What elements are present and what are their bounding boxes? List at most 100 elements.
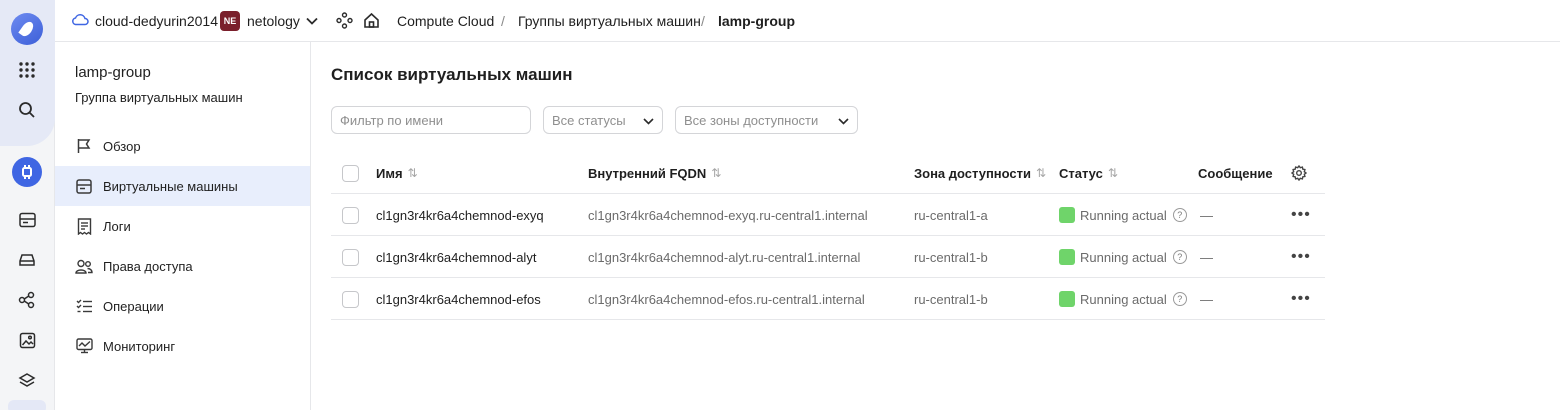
group-subtitle: Группа виртуальных машин [75, 90, 243, 105]
column-message: Сообщение [1198, 165, 1273, 181]
server-icon [75, 177, 93, 195]
sort-icon[interactable]: ⇅ [1036, 166, 1046, 180]
column-name[interactable]: Имя ⇅ [376, 152, 418, 194]
vm-message: — [1200, 207, 1213, 223]
vm-name[interactable]: cl1gn3r4kr6a4chemnod-alyt [376, 236, 536, 278]
breadcrumb-vm-groups[interactable]: Группы виртуальных машин [518, 13, 701, 29]
help-icon[interactable]: ? [1172, 208, 1187, 222]
status-select[interactable]: Все статусы [543, 106, 663, 134]
org-name[interactable]: netology [247, 13, 300, 29]
page-title: Список виртуальных машин [331, 65, 573, 84]
help-icon[interactable]: ? [1172, 250, 1187, 264]
flag-icon [75, 137, 93, 155]
vm-status: Running actual ? [1059, 194, 1187, 236]
more-actions-icon[interactable]: ••• [1291, 236, 1311, 278]
breadcrumb-current: lamp-group [718, 13, 795, 29]
sidebar-item-access[interactable]: Права доступа [55, 246, 310, 286]
row-checkbox[interactable] [342, 236, 359, 278]
table-settings-gear-icon[interactable] [1291, 152, 1307, 194]
app-root: cloud-dedyurin2014 NE netology Compute C… [0, 0, 1560, 410]
more-actions-icon[interactable]: ••• [1291, 194, 1311, 236]
sidebar-item-label: Виртуальные машины [103, 178, 238, 194]
sidebar-item-operations[interactable]: Операции [55, 286, 310, 326]
help-icon[interactable]: ? [1172, 292, 1187, 306]
column-zone-label: Зона доступности [914, 165, 1032, 181]
sidebar-item-label: Права доступа [103, 258, 193, 274]
left-rail [0, 0, 55, 410]
section-sidebar: lamp-group Группа виртуальных машин Обзо… [55, 42, 311, 410]
receipt-icon [75, 217, 93, 235]
vm-status: Running actual ? [1059, 236, 1187, 278]
table-row[interactable]: cl1gn3r4kr6a4chemnod-alyt cl1gn3r4kr6a4c… [331, 236, 1325, 278]
breadcrumb-separator: / [501, 13, 505, 29]
sort-icon[interactable]: ⇅ [711, 166, 721, 180]
list-icon [75, 297, 93, 315]
home-icon[interactable] [363, 12, 380, 32]
rail-next-item[interactable] [8, 400, 46, 410]
chevron-down-icon [643, 113, 654, 128]
sidebar-item-virtual-machines[interactable]: Виртуальные машины [55, 166, 310, 206]
table-row[interactable]: cl1gn3r4kr6a4chemnod-efos cl1gn3r4kr6a4c… [331, 278, 1325, 320]
zone-select[interactable]: Все зоны доступности [675, 106, 858, 134]
sidebar-item-logs[interactable]: Логи [55, 206, 310, 246]
status-indicator [1059, 291, 1075, 307]
sidebar-item-label: Мониторинг [103, 338, 176, 354]
breadcrumb-separator: / [701, 13, 705, 29]
row-checkbox[interactable] [342, 194, 359, 236]
search-icon[interactable] [13, 96, 41, 124]
status-label: Running actual [1080, 249, 1167, 265]
column-status[interactable]: Статус ⇅ [1059, 152, 1118, 194]
yandex-cloud-logo[interactable] [11, 13, 43, 45]
column-fqdn[interactable]: Внутренний FQDN ⇅ [588, 152, 721, 194]
column-status-label: Статус [1059, 165, 1103, 181]
sidebar-item-label: Обзор [103, 138, 141, 154]
vm-status: Running actual ? [1059, 278, 1187, 320]
status-label: Running actual [1080, 207, 1167, 223]
zone-select-value: Все зоны доступности [684, 112, 819, 128]
org-chevron-down-icon[interactable] [306, 12, 318, 28]
vm-message: — [1200, 249, 1213, 265]
disk-icon[interactable] [13, 246, 41, 274]
table-row[interactable]: cl1gn3r4kr6a4chemnod-exyq cl1gn3r4kr6a4c… [331, 194, 1325, 236]
vm-fqdn: cl1gn3r4kr6a4chemnod-efos.ru-central1.in… [588, 291, 865, 307]
select-all-checkbox[interactable] [342, 152, 359, 194]
vm-message: — [1200, 291, 1213, 307]
sidebar-item-monitoring[interactable]: Мониторинг [55, 326, 310, 366]
status-indicator [1059, 207, 1075, 223]
vm-zone: ru-central1-b [914, 291, 988, 307]
row-checkbox[interactable] [342, 278, 359, 320]
top-bar: cloud-dedyurin2014 NE netology Compute C… [55, 0, 1560, 42]
server-list-icon[interactable] [13, 206, 41, 234]
chevron-down-icon [838, 113, 849, 128]
cloud-name[interactable]: cloud-dedyurin2014 [95, 13, 218, 29]
monitor-icon [75, 337, 93, 355]
vm-name[interactable]: cl1gn3r4kr6a4chemnod-efos [376, 278, 541, 320]
column-fqdn-label: Внутренний FQDN [588, 165, 707, 181]
sidebar-item-label: Логи [103, 218, 131, 234]
breadcrumb-compute-cloud[interactable]: Compute Cloud [397, 13, 494, 29]
vm-table: Имя ⇅ Внутренний FQDN ⇅ Зона доступности ⇅ … [331, 152, 1325, 320]
compute-cloud-icon[interactable] [12, 157, 42, 187]
vm-zone: ru-central1-a [914, 207, 988, 223]
sort-icon[interactable]: ⇅ [408, 166, 418, 180]
image-icon[interactable] [13, 326, 41, 354]
network-icon[interactable] [13, 286, 41, 314]
column-zone[interactable]: Зона доступности ⇅ [914, 152, 1046, 194]
sidebar-item-overview[interactable]: Обзор [55, 126, 310, 166]
status-select-value: Все статусы [552, 112, 626, 128]
main-content: Список виртуальных машин Фильтр по имени… [311, 42, 1560, 410]
layers-icon[interactable] [13, 366, 41, 394]
vm-fqdn: cl1gn3r4kr6a4chemnod-alyt.ru-central1.in… [588, 249, 861, 265]
name-filter-input[interactable]: Фильтр по имени [331, 106, 531, 134]
status-indicator [1059, 249, 1075, 265]
status-label: Running actual [1080, 291, 1167, 307]
org-badge[interactable]: NE [220, 11, 240, 31]
vm-name[interactable]: cl1gn3r4kr6a4chemnod-exyq [376, 194, 544, 236]
services-grid-icon[interactable] [13, 56, 41, 84]
resource-tree-icon[interactable] [336, 12, 353, 32]
table-header: Имя ⇅ Внутренний FQDN ⇅ Зона доступности ⇅ … [331, 152, 1325, 194]
sort-icon[interactable]: ⇅ [1108, 166, 1118, 180]
vm-fqdn: cl1gn3r4kr6a4chemnod-exyq.ru-central1.in… [588, 207, 868, 223]
more-actions-icon[interactable]: ••• [1291, 278, 1311, 320]
cloud-icon [71, 12, 89, 29]
